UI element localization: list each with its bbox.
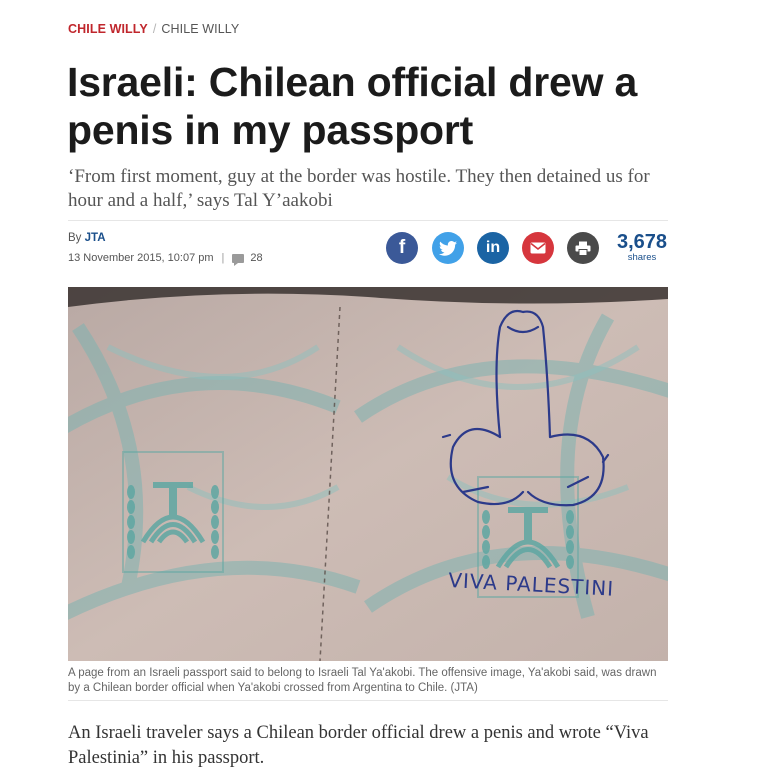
facebook-icon: f xyxy=(398,237,406,258)
print-icon xyxy=(575,241,591,256)
article-headline: Israeli: Chilean official drew a penis i… xyxy=(67,59,638,153)
share-count: 3,678 shares xyxy=(612,231,672,263)
article-lead-paragraph: An Israeli traveler says a Chilean borde… xyxy=(68,723,649,768)
print-button[interactable] xyxy=(567,232,599,264)
byline-prefix: By xyxy=(68,232,82,244)
photo-caption: A page from an Israeli passport said to … xyxy=(68,667,657,694)
author-link[interactable]: JTA xyxy=(85,232,106,244)
divider xyxy=(68,700,668,701)
twitter-share-button[interactable] xyxy=(432,232,464,264)
breadcrumb-subsection-link[interactable]: CHILE WILLY xyxy=(161,22,239,36)
linkedin-icon: in xyxy=(485,239,501,256)
article-subheadline: ‘From first moment, guy at the border wa… xyxy=(68,166,650,211)
meta-separator: | xyxy=(221,252,225,264)
email-share-button[interactable] xyxy=(522,232,554,264)
article-page: CHILE WILLY / CHILE WILLY Israeli: Chilean… xyxy=(0,0,758,776)
comments-count[interactable]: 28 xyxy=(250,252,262,264)
facebook-share-button[interactable]: f xyxy=(386,232,418,264)
linkedin-share-button[interactable]: in xyxy=(477,232,509,264)
article-photo: VIVA PALESTINI xyxy=(68,287,668,661)
article-meta: 13 November 2015, 10:07 pm | 28 xyxy=(68,252,263,266)
twitter-icon xyxy=(439,240,457,256)
email-icon xyxy=(530,242,546,254)
breadcrumb-section-link[interactable]: CHILE WILLY xyxy=(68,22,148,36)
breadcrumb-separator: / xyxy=(152,22,157,36)
comment-icon[interactable] xyxy=(232,253,245,266)
divider xyxy=(68,220,668,221)
share-count-label: shares xyxy=(627,252,657,263)
publish-date: 13 November 2015, 10:07 pm xyxy=(68,252,214,264)
breadcrumb: CHILE WILLY / CHILE WILLY xyxy=(68,22,239,36)
passport-photo: VIVA PALESTINI xyxy=(68,287,668,661)
byline: By JTA xyxy=(68,232,106,244)
share-count-number: 3,678 xyxy=(616,231,668,253)
